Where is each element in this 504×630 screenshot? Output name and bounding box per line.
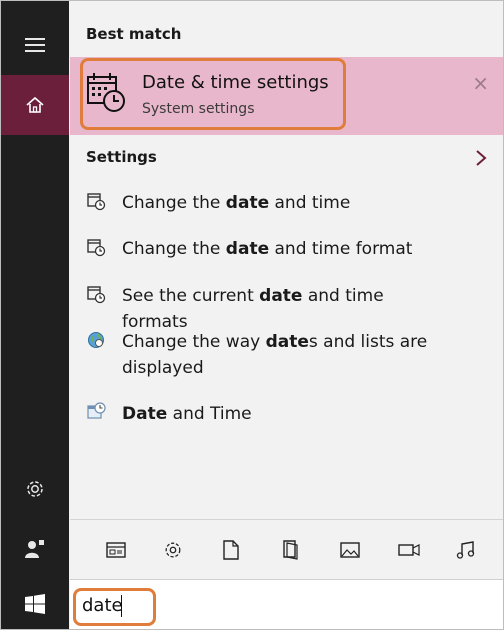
settings-item-see-current-formats[interactable]: See the current date and time formats — [70, 284, 503, 332]
best-match-heading: Best match — [86, 25, 182, 43]
home-button[interactable] — [1, 75, 69, 135]
windows-start-icon — [25, 594, 45, 614]
globe-icon — [88, 332, 104, 348]
best-match-callout — [80, 58, 346, 130]
settings-item-change-date-time-format[interactable]: Change the date and time format — [70, 237, 503, 267]
music-filter-icon — [456, 541, 475, 559]
filter-documents[interactable] — [219, 538, 243, 562]
settings-item-text: Change the way dates and lists are displ… — [122, 332, 428, 378]
left-rail — [1, 1, 69, 629]
hamburger-icon — [25, 38, 45, 52]
settings-button[interactable] — [1, 459, 69, 519]
feedback-icon — [25, 540, 44, 558]
filter-photos[interactable] — [338, 538, 362, 562]
feedback-button[interactable] — [1, 519, 69, 579]
chevron-right-icon[interactable] — [475, 149, 487, 167]
start-button[interactable] — [1, 579, 69, 629]
calendar-clock-small-icon — [87, 286, 106, 304]
start-menu-window: Best match Date & time settings System s… — [0, 0, 504, 630]
settings-heading[interactable]: Settings — [86, 148, 157, 166]
settings-item-text: Change the date and time format — [122, 239, 413, 259]
settings-item-text: See the current date and time formats — [122, 286, 384, 332]
settings-filter-icon — [165, 542, 181, 558]
filter-videos[interactable] — [397, 538, 421, 562]
filter-apps[interactable] — [104, 538, 128, 562]
results-panel: Best match Date & time settings System s… — [70, 1, 503, 519]
folders-filter-icon — [283, 540, 298, 560]
calendar-clock-small-icon — [87, 193, 106, 211]
apps-filter-icon — [106, 542, 126, 558]
search-box[interactable] — [70, 579, 503, 629]
search-filter-bar — [70, 519, 503, 580]
settings-item-change-dates-lists[interactable]: Change the way dates and lists are displ… — [70, 330, 503, 386]
home-icon — [26, 96, 44, 113]
gear-icon — [27, 481, 43, 497]
close-icon[interactable]: × — [472, 73, 489, 93]
documents-filter-icon — [223, 540, 239, 560]
calendar-clock-color-icon — [87, 402, 106, 419]
filter-music[interactable] — [454, 538, 478, 562]
settings-item-date-and-time[interactable]: Date and Time — [70, 402, 503, 432]
hamburger-button[interactable] — [1, 15, 69, 75]
filter-settings[interactable] — [161, 538, 185, 562]
settings-item-text: Change the date and time — [122, 193, 351, 213]
photos-filter-icon — [340, 542, 360, 558]
videos-filter-icon — [398, 544, 420, 556]
filter-folders[interactable] — [279, 538, 303, 562]
search-callout — [73, 588, 156, 626]
calendar-clock-small-icon — [87, 239, 106, 257]
settings-item-change-date-time[interactable]: Change the date and time — [70, 191, 503, 221]
settings-item-text: Date and Time — [122, 404, 252, 424]
